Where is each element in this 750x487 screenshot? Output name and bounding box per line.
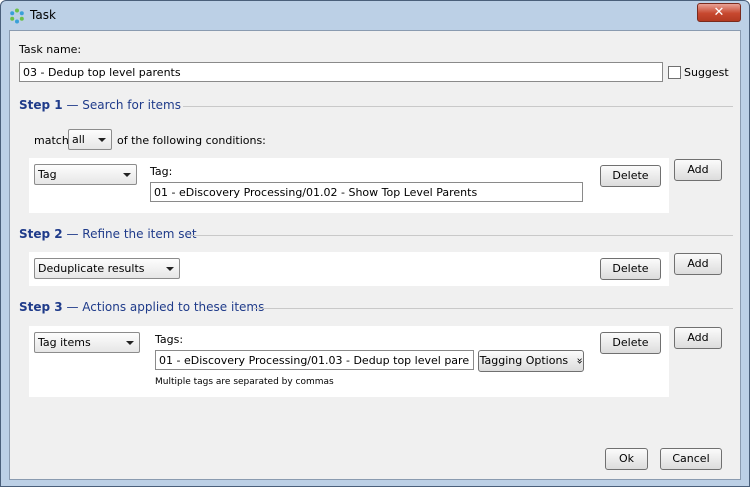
tags-field-label: Tags: xyxy=(155,333,184,346)
tags-input[interactable] xyxy=(155,350,474,370)
refine-option-value: Deduplicate results xyxy=(38,262,145,275)
suggest-label: Suggest xyxy=(684,66,729,79)
step2-refine-panel: Deduplicate results Delete xyxy=(29,252,669,286)
step3-heading: — Actions applied to these items xyxy=(62,300,265,314)
match-prefix-label: match xyxy=(34,134,69,147)
close-icon: ✕ xyxy=(713,5,725,20)
step3-title: Step 3 — Actions applied to these items xyxy=(19,300,264,314)
double-chevron-down-icon: » xyxy=(573,357,587,365)
step1-title: Step 1 — Search for items xyxy=(19,98,181,112)
close-button[interactable]: ✕ xyxy=(697,3,741,22)
match-suffix-label: of the following conditions: xyxy=(117,134,266,147)
step2-separator xyxy=(190,235,733,236)
step2-add-button[interactable]: Add xyxy=(674,253,722,275)
condition-type-select[interactable]: Tag xyxy=(34,164,137,185)
tag-field-label: Tag: xyxy=(150,165,173,178)
step3-delete-button[interactable]: Delete xyxy=(600,332,661,354)
suggest-checkbox[interactable] xyxy=(668,66,681,79)
app-logo-icon xyxy=(10,8,24,24)
step1-add-button[interactable]: Add xyxy=(674,159,722,181)
step3-number: Step 3 xyxy=(19,300,63,314)
tag-input[interactable] xyxy=(150,182,583,202)
step2-title: Step 2 — Refine the item set xyxy=(19,227,197,241)
match-mode-value: all xyxy=(72,133,85,146)
chevron-down-icon xyxy=(166,267,174,271)
chevron-down-icon xyxy=(98,138,106,142)
step2-delete-button[interactable]: Delete xyxy=(600,258,661,280)
step1-delete-button[interactable]: Delete xyxy=(600,165,661,187)
chevron-down-icon xyxy=(123,173,131,177)
step2-number: Step 2 xyxy=(19,227,63,241)
cancel-button[interactable]: Cancel xyxy=(660,448,722,470)
step1-number: Step 1 xyxy=(19,98,63,112)
step1-condition-panel: Tag Tag: Delete xyxy=(29,158,669,213)
tagging-options-button[interactable]: Tagging Options » xyxy=(478,350,586,372)
step3-add-button[interactable]: Add xyxy=(674,327,722,349)
dialog-body: Task name: Suggest Step 1 — Search for i… xyxy=(9,30,741,480)
step3-separator xyxy=(254,308,733,309)
step1-separator xyxy=(183,106,733,107)
match-mode-select[interactable]: all xyxy=(68,129,112,150)
step3-action-panel: Tag items Tags: Tagging Options » Multip… xyxy=(29,326,669,397)
task-dialog: Task ✕ Task name: Suggest Step 1 — Searc… xyxy=(0,0,750,487)
step1-heading: — Search for items xyxy=(62,98,181,112)
condition-type-value: Tag xyxy=(38,168,57,181)
task-name-input[interactable] xyxy=(19,62,663,82)
refine-option-select[interactable]: Deduplicate results xyxy=(34,258,180,279)
step2-heading: — Refine the item set xyxy=(62,227,197,241)
tagging-options-label: Tagging Options xyxy=(479,354,569,367)
title-bar[interactable]: Task ✕ xyxy=(1,1,749,29)
task-name-label: Task name: xyxy=(19,43,82,56)
action-type-select[interactable]: Tag items xyxy=(34,332,140,353)
ok-button[interactable]: Ok xyxy=(605,448,648,470)
tags-help-text: Multiple tags are separated by commas xyxy=(155,377,334,387)
action-type-value: Tag items xyxy=(38,336,91,349)
chevron-down-icon xyxy=(126,341,134,345)
window-title: Task xyxy=(30,8,56,22)
